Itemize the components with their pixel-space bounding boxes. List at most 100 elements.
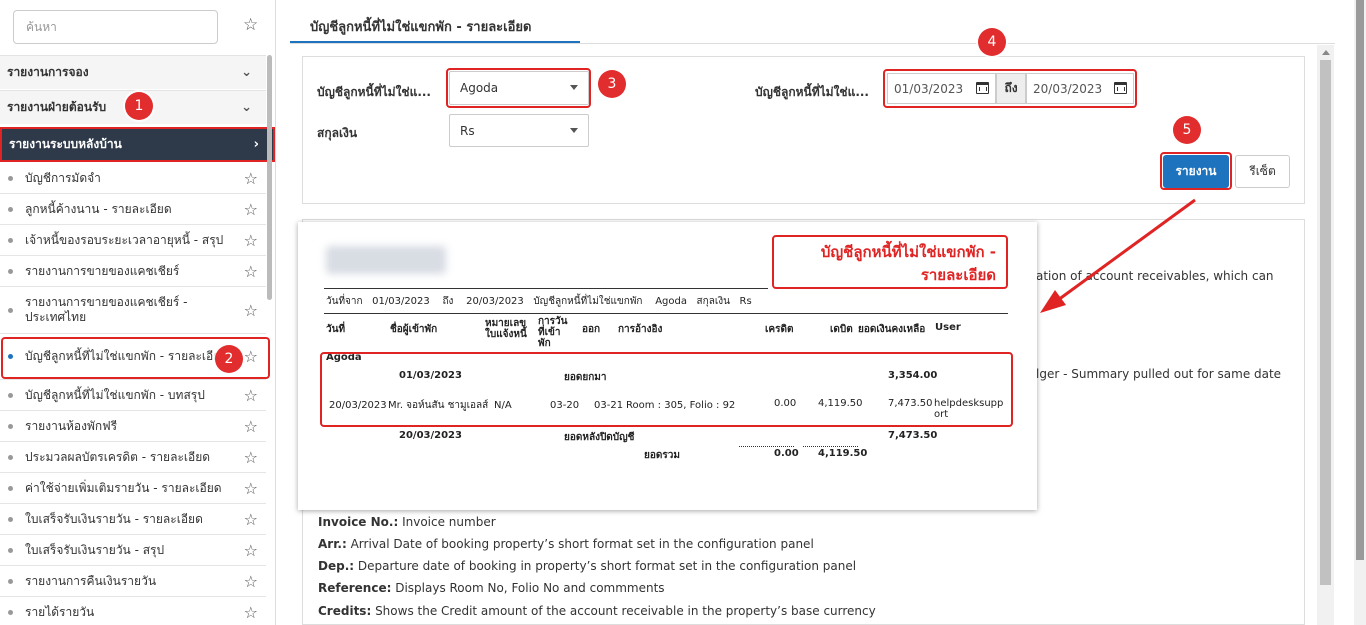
sidebar-item-label: ใบเสร็จรับเงินรายวัน - รายละเอียด: [25, 511, 203, 526]
reset-button[interactable]: รีเซ็ต: [1235, 155, 1290, 188]
definition-term: Dep.:: [318, 559, 355, 573]
star-icon[interactable]: ☆: [244, 262, 258, 281]
blurred-logo: [326, 246, 446, 274]
callout-2: 2: [215, 345, 243, 373]
definition-desc: Displays Room No, Folio No and commments: [391, 581, 665, 595]
sidebar-item[interactable]: รายงานห้องพักฟรี ☆: [0, 411, 266, 442]
section-booking-reports[interactable]: รายงานการจอง ⌄: [0, 55, 266, 89]
dotted-rule: [739, 446, 794, 447]
sidebar-item[interactable]: ใบเสร็จรับเงินรายวัน - สรุป ☆: [0, 535, 266, 566]
bullet: [8, 206, 13, 212]
sidebar-item[interactable]: รายงานการขายของแคชเชียร์ ☆: [0, 256, 266, 287]
star-icon[interactable]: ☆: [244, 169, 258, 188]
section-back-office-reports[interactable]: รายงานระบบหลังบ้าน ›: [0, 127, 275, 162]
bullet: [8, 516, 13, 522]
content-scrollbar[interactable]: [1317, 45, 1334, 625]
sidebar-item[interactable]: รายได้รายวัน ☆: [0, 597, 266, 625]
star-icon[interactable]: ☆: [244, 541, 258, 560]
scroll-thumb[interactable]: [1320, 60, 1331, 585]
sidebar-item-label: รายงานการขายของแคชเชียร์: [25, 263, 180, 278]
star-icon[interactable]: ☆: [243, 17, 258, 34]
annotation-box-account: [446, 68, 591, 108]
account-filter-label: บัญชีลูกหนี้ที่ไม่ใช่แ...: [317, 85, 431, 99]
callout-4: 4: [978, 28, 1006, 56]
rp-text: Rs: [739, 296, 752, 307]
sidebar-item-label: ลูกหนี้ค้างนาน - รายละเอียด: [25, 201, 172, 216]
star-icon[interactable]: ☆: [244, 301, 258, 320]
tab-report-detail[interactable]: บัญชีลูกหนี้ที่ไม่ใช่แขกพัก - รายละเอียด: [290, 10, 580, 44]
sidebar-item[interactable]: ลูกหนี้ค้างนาน - รายละเอียด ☆: [0, 194, 266, 225]
sidebar-item-label: บัญชีลูกหนี้ที่ไม่ใช่แขกพัก - บทสรุป: [25, 387, 205, 402]
rp-text: ใบแจ้งหนี้: [485, 329, 527, 340]
currency-select[interactable]: Rs: [449, 114, 589, 147]
tab-label: บัญชีลูกหนี้ที่ไม่ใช่แขกพัก - รายละเอียด: [310, 20, 532, 35]
section-label: รายงานการจอง: [7, 65, 89, 79]
definition-desc: Departure date of booking in property’s …: [354, 559, 857, 573]
bullet: [8, 485, 13, 491]
star-icon[interactable]: ☆: [244, 417, 258, 436]
bullet: [8, 454, 13, 460]
sidebar-item[interactable]: บัญชีการมัดจำ ☆: [0, 163, 266, 194]
sidebar-item-label: รายงานการคืนเงินรายวัน: [25, 573, 157, 588]
definition-credits: Credits: Shows the Credit amount of the …: [318, 604, 876, 618]
scroll-thumb[interactable]: [1356, 0, 1364, 560]
star-icon[interactable]: ☆: [244, 386, 258, 405]
currency-label: สกุลเงิน: [317, 126, 358, 140]
col-user: User: [935, 322, 961, 333]
bullet: [8, 609, 13, 615]
sidebar-item[interactable]: เจ้าหนี้ของรอบระยะเวลาอายุหนี้ - สรุป ☆: [0, 225, 266, 256]
rp-text: วันที่จาก: [326, 296, 363, 307]
star-icon[interactable]: ☆: [244, 510, 258, 529]
sidebar-item[interactable]: ค่าใช้จ่ายเพิ่มเติมรายวัน - รายละเอียด ☆: [0, 473, 266, 504]
definition-reference: Reference: Displays Room No, Folio No an…: [318, 581, 665, 595]
annotation-box-dates: [883, 69, 1137, 108]
definition-desc: Arrival Date of booking property’s short…: [346, 537, 814, 551]
star-icon[interactable]: ☆: [244, 200, 258, 219]
star-icon[interactable]: ☆: [244, 231, 258, 250]
annotation-box-report-button: [1160, 152, 1232, 190]
rp-text: 01/03/2023: [372, 296, 430, 307]
col-arr: การวัน ที่เข้า พัก: [538, 316, 568, 349]
sidebar-item[interactable]: ใบเสร็จรับเงินรายวัน - รายละเอียด ☆: [0, 504, 266, 535]
window-scrollbar[interactable]: [1354, 0, 1366, 625]
definition-term: Invoice No.:: [318, 515, 399, 529]
definition-desc: Shows the Credit amount of the account r…: [371, 604, 876, 618]
bullet: [8, 307, 13, 313]
sidebar-item-label: รายงานการขายของแคชเชียร์ - ประเทศไทย: [25, 295, 188, 324]
callout-1: 1: [125, 92, 153, 120]
sidebar-item[interactable]: รายงานการคืนเงินรายวัน ☆: [0, 566, 266, 597]
sidebar-item-label: เจ้าหนี้ของรอบระยะเวลาอายุหนี้ - สรุป: [25, 232, 224, 247]
star-icon[interactable]: ☆: [244, 448, 258, 467]
rp-text: Agoda: [655, 296, 687, 307]
report-preview: บัญชีลูกหนี้ที่ไม่ใช่แขกพัก - รายละเอียด …: [298, 222, 1037, 510]
report-title-line: บัญชีลูกหนี้ที่ไม่ใช่แขกพัก -: [820, 243, 996, 261]
rp-text: 20/03/2023: [466, 296, 524, 307]
star-icon[interactable]: ☆: [244, 603, 258, 622]
definition-invoice-no: Invoice No.: Invoice number: [318, 515, 496, 529]
callout-3: 3: [598, 70, 626, 98]
definition-dep: Dep.: Departure date of booking in prope…: [318, 559, 856, 573]
col-date: วันที่: [326, 324, 346, 335]
rp-text: สกุลเงิน: [696, 296, 730, 307]
chevron-right-icon: ›: [253, 137, 259, 152]
star-icon[interactable]: ☆: [244, 572, 258, 591]
scroll-up-icon[interactable]: [1322, 50, 1330, 55]
report-title-line: รายละเอียด: [920, 266, 996, 284]
search-box: [13, 10, 218, 44]
sidebar-item[interactable]: ประมวลผลบัตรเครดิต - รายละเอียด ☆: [0, 442, 266, 473]
closing-balance: 7,473.50: [888, 430, 938, 441]
col-guest: ชื่อผู้เข้าพัก: [390, 324, 438, 335]
col-reference: การอ้างอิง: [618, 324, 663, 335]
search-input[interactable]: [14, 11, 217, 43]
closing-date: 20/03/2023: [399, 430, 462, 441]
col-dep: ออก: [582, 324, 601, 335]
star-icon[interactable]: ☆: [244, 479, 258, 498]
sidebar-item[interactable]: รายงานการขายของแคชเชียร์ - ประเทศไทย ☆: [0, 287, 266, 334]
sidebar-item-label: บัญชีการมัดจำ: [25, 170, 101, 185]
sidebar-scrollbar[interactable]: [267, 55, 272, 300]
sidebar-item-label: ประมวลผลบัตรเครดิต - รายละเอียด: [25, 449, 211, 464]
sidebar-item[interactable]: บัญชีลูกหนี้ที่ไม่ใช่แขกพัก - บทสรุป ☆: [0, 380, 266, 411]
rp-text: ที่เข้า: [538, 327, 561, 338]
section-label: รายงานระบบหลังบ้าน: [9, 137, 122, 151]
bullet: [8, 237, 13, 243]
